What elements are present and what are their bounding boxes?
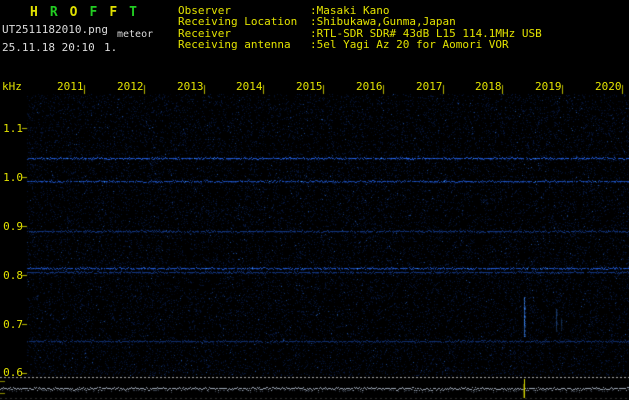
time-axis-label: 2012	[117, 80, 144, 93]
spectrogram-canvas	[0, 0, 629, 400]
time-axis-label: 2019	[535, 80, 562, 93]
freq-axis-label: 0.8	[3, 269, 23, 282]
time-axis-label: 2016	[356, 80, 383, 93]
title-letter: F	[109, 5, 130, 20]
app-title: HROFFT	[30, 5, 149, 20]
time-axis-label: 2020	[595, 80, 622, 93]
title-letter: F	[89, 5, 110, 20]
time-axis-label: 2018	[475, 80, 502, 93]
time-axis-label: 2017	[416, 80, 443, 93]
station-info-label: Receiving antenna	[178, 38, 291, 52]
freq-axis-label: 0.6	[3, 366, 23, 379]
time-axis-label: 2013	[177, 80, 204, 93]
freq-axis-label: 0.9	[3, 220, 23, 233]
station-info-value: :5el Yagi Az 20 for Aomori VOR	[310, 38, 509, 52]
hrofft-screenshot: HROFFT UT2511182010.png meteor 25.11.18 …	[0, 0, 629, 400]
freq-axis-label: 1.0	[3, 171, 23, 184]
observation-mode-label: meteor	[117, 29, 154, 40]
time-axis-label: 2011	[57, 80, 84, 93]
time-axis-label: 2014	[236, 80, 263, 93]
frame-count: 1.	[104, 41, 118, 54]
output-filename: UT2511182010.png	[2, 23, 108, 36]
observation-datetime: 25.11.18 20:10	[2, 41, 95, 54]
time-axis-label: 2015	[296, 80, 323, 93]
freq-axis-label: 1.1	[3, 122, 23, 135]
title-letter: R	[49, 5, 70, 20]
freq-axis-unit: kHz	[2, 80, 22, 93]
title-letter: H	[30, 5, 50, 20]
title-letter: T	[129, 5, 149, 20]
station-info-row: Receiving antenna :5el Yagi Az 20 for Aom…	[178, 38, 542, 52]
title-letter: O	[69, 5, 90, 20]
station-info: Observer:Masaki Kano Receiving Location:S…	[178, 5, 542, 51]
freq-axis-label: 0.7	[3, 318, 23, 331]
